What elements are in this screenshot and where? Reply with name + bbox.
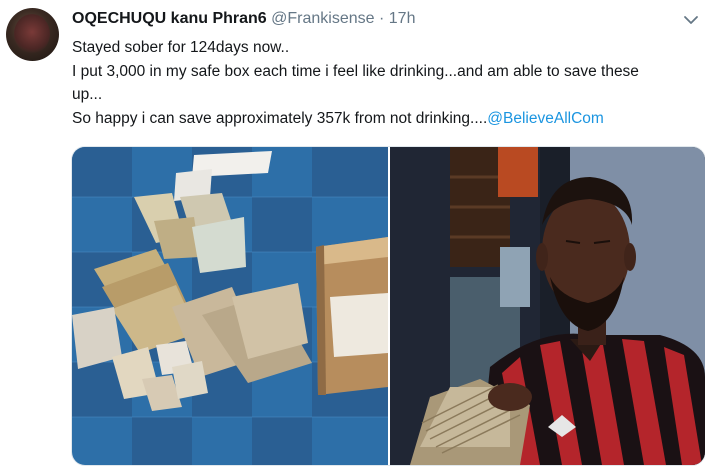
- tweet-header: OQECHUQU kanu Phran6 @Frankisense · 17h: [72, 10, 415, 28]
- tweet[interactable]: OQECHUQU kanu Phran6 @Frankisense · 17h …: [0, 0, 705, 474]
- photo-man-with-money[interactable]: [390, 147, 705, 465]
- timestamp[interactable]: 17h: [389, 10, 416, 27]
- tweet-line: So happy i can save approximately 357k f…: [72, 107, 702, 131]
- mention-link[interactable]: @BelieveAllCom: [487, 110, 604, 127]
- author-handle[interactable]: @Frankisense: [271, 10, 374, 27]
- tweet-line: up...: [72, 86, 103, 103]
- tweet-text: Stayed sober for 124days now.. I put 3,0…: [72, 36, 702, 130]
- avatar[interactable]: [6, 8, 59, 61]
- author-name[interactable]: OQECHUQU kanu Phran6: [72, 10, 267, 27]
- photo-money-on-carpet[interactable]: [72, 147, 388, 465]
- tweet-line-text: So happy i can save approximately 357k f…: [72, 109, 488, 127]
- tweet-line: I put 3,000 in my safe box each time i f…: [72, 62, 639, 80]
- media-grid: [71, 146, 705, 466]
- separator-dot: ·: [379, 10, 385, 27]
- chevron-down-icon[interactable]: [683, 14, 699, 26]
- tweet-line: Stayed sober for 124days now..: [72, 39, 290, 56]
